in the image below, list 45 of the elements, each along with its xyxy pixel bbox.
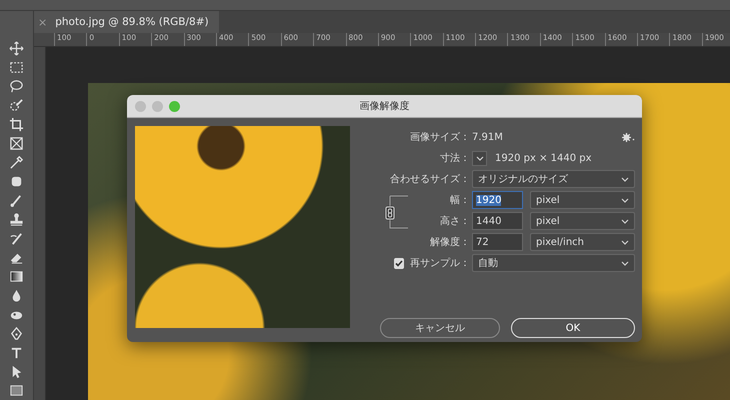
field-label: 画像サイズ： bbox=[410, 131, 470, 144]
chevron-icon bbox=[621, 240, 629, 244]
ok-button[interactable]: OK bbox=[511, 318, 635, 338]
stamp-icon[interactable] bbox=[9, 212, 24, 227]
quick-select-icon[interactable] bbox=[9, 98, 24, 113]
lasso-icon[interactable] bbox=[9, 79, 24, 94]
chevron-icon bbox=[621, 260, 629, 266]
rectangle-icon[interactable] bbox=[9, 383, 24, 398]
field-label: 再サンプル： bbox=[410, 256, 470, 270]
dimensions-value: 1920 px × 1440 px bbox=[495, 152, 592, 164]
cancel-button[interactable]: キャンセル bbox=[380, 318, 500, 338]
chevron-icon bbox=[621, 176, 629, 182]
resample-dropdown[interactable]: 自動 bbox=[472, 254, 635, 272]
chevron-icon bbox=[621, 218, 629, 224]
unit-dropdown[interactable]: pixel/inch bbox=[530, 233, 635, 251]
input-field[interactable]: 72 bbox=[472, 233, 523, 251]
chevron-icon bbox=[476, 156, 484, 160]
dimensions-toggle[interactable] bbox=[472, 150, 487, 166]
chevron-icon bbox=[621, 198, 629, 202]
crop-icon[interactable] bbox=[9, 117, 24, 132]
marquee-icon[interactable] bbox=[9, 60, 24, 75]
unit-dropdown[interactable]: pixel bbox=[530, 212, 635, 230]
tab-title: photo.jpg @ 89.8% (RGB/8#) bbox=[55, 16, 209, 28]
gradient-icon[interactable] bbox=[9, 269, 24, 284]
brush-icon[interactable] bbox=[9, 193, 24, 208]
image-size-value: 7.91M bbox=[472, 132, 503, 142]
field-label: 解像度： bbox=[430, 236, 470, 249]
fit-to-dropdown[interactable]: オリジナルのサイズ bbox=[472, 170, 635, 188]
settings-icon[interactable] bbox=[622, 132, 635, 142]
eyedropper-icon[interactable] bbox=[9, 155, 24, 170]
history-brush-icon[interactable] bbox=[9, 231, 24, 246]
checkbox[interactable] bbox=[394, 258, 404, 268]
field-label: 高さ： bbox=[440, 214, 470, 228]
input-field[interactable]: 1440 bbox=[472, 212, 523, 230]
move-icon[interactable] bbox=[9, 41, 24, 56]
field-label: 合わせるサイズ： bbox=[390, 173, 470, 186]
dialog-title: 画像解像度 bbox=[360, 101, 410, 112]
unit-dropdown[interactable]: pixel bbox=[530, 191, 635, 209]
field-label: 寸法： bbox=[440, 152, 470, 165]
pen-icon[interactable] bbox=[9, 326, 24, 341]
field-label: 幅： bbox=[450, 194, 470, 207]
input-field[interactable]: 1920 bbox=[472, 191, 523, 209]
document-tab[interactable]: × photo.jpg @ 89.8% (RGB/8#) bbox=[34, 11, 219, 33]
frame-icon[interactable] bbox=[9, 136, 24, 151]
type-tool-icon[interactable] bbox=[9, 345, 24, 360]
